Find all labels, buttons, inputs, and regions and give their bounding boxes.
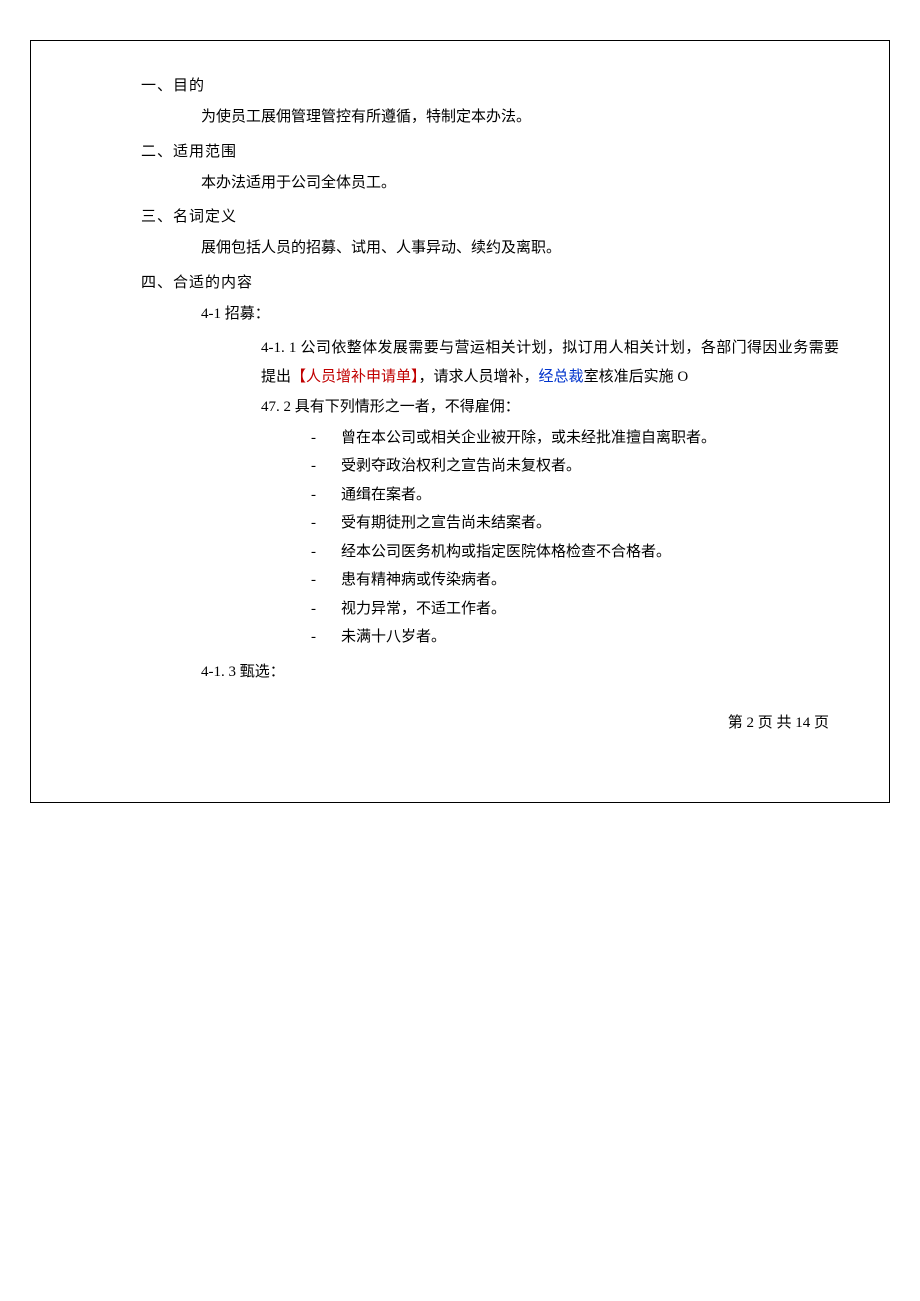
list-item: - 受剥夺政治权利之宣告尚未复权者。 — [311, 452, 839, 481]
bullet-dash-icon: - — [311, 538, 341, 567]
bullet-text: 受有期徒刑之宣告尚未结案者。 — [341, 509, 551, 538]
list-item: - 患有精神病或传染病者。 — [311, 566, 839, 595]
section-3-body: 展佣包括人员的招募、试用、人事异动、续约及离职。 — [201, 234, 839, 263]
bullet-list: - 曾在本公司或相关企业被开除，或未经批准擅自离职者。 - 受剥夺政治权利之宣告… — [311, 424, 839, 652]
text-4-1-1-post: 室核准后实施 O — [584, 369, 689, 385]
bullet-text: 受剥夺政治权利之宣告尚未复权者。 — [341, 452, 581, 481]
section-4-1-heading: 4-1 招募： — [201, 300, 839, 329]
list-item: - 视力异常，不适工作者。 — [311, 595, 839, 624]
list-item: - 受有期徒刑之宣告尚未结案者。 — [311, 509, 839, 538]
text-4-1-1-blue: 经总裁 — [539, 369, 584, 385]
list-item: - 通缉在案者。 — [311, 481, 839, 510]
section-1-heading: 一、目的 — [141, 74, 839, 95]
bullet-dash-icon: - — [311, 424, 341, 453]
bullet-text: 患有精神病或传染病者。 — [341, 566, 506, 595]
list-item: - 经本公司医务机构或指定医院体格检查不合格者。 — [311, 538, 839, 567]
bullet-dash-icon: - — [311, 595, 341, 624]
bullet-text: 通缉在案者。 — [341, 481, 431, 510]
bullet-dash-icon: - — [311, 452, 341, 481]
bullet-text: 未满十八岁者。 — [341, 623, 446, 652]
list-item: - 未满十八岁者。 — [311, 623, 839, 652]
bullet-dash-icon: - — [311, 623, 341, 652]
bullet-text: 视力异常，不适工作者。 — [341, 595, 506, 624]
bullet-dash-icon: - — [311, 566, 341, 595]
bullet-dash-icon: - — [311, 481, 341, 510]
bullet-dash-icon: - — [311, 509, 341, 538]
section-2-heading: 二、适用范围 — [141, 140, 839, 161]
section-4-1-1-body: 4-1. 1 公司依整体发展需要与营运相关计划，拟订用人相关计划，各部门得因业务… — [261, 334, 839, 391]
text-4-1-1-mid: ，请求人员增补， — [419, 369, 539, 385]
section-4-1-3-heading: 4-1. 3 甄选： — [201, 658, 839, 687]
section-47-2-body: 47. 2 具有下列情形之一者，不得雇佣： — [261, 393, 839, 422]
text-4-1-1-red: 【人员增补申请单】 — [291, 369, 419, 385]
section-4-heading: 四、合适的内容 — [141, 271, 839, 292]
document-page: 一、目的 为使员工展佣管理管控有所遵循，特制定本办法。 二、适用范围 本办法适用… — [30, 40, 890, 803]
list-item: - 曾在本公司或相关企业被开除，或未经批准擅自离职者。 — [311, 424, 839, 453]
section-3-heading: 三、名词定义 — [141, 205, 839, 226]
bullet-text: 曾在本公司或相关企业被开除，或未经批准擅自离职者。 — [341, 424, 716, 453]
section-1-body: 为使员工展佣管理管控有所遵循，特制定本办法。 — [201, 103, 839, 132]
section-2-body: 本办法适用于公司全体员工。 — [201, 169, 839, 198]
page-number: 第 2 页 共 14 页 — [81, 711, 829, 732]
bullet-text: 经本公司医务机构或指定医院体格检查不合格者。 — [341, 538, 671, 567]
